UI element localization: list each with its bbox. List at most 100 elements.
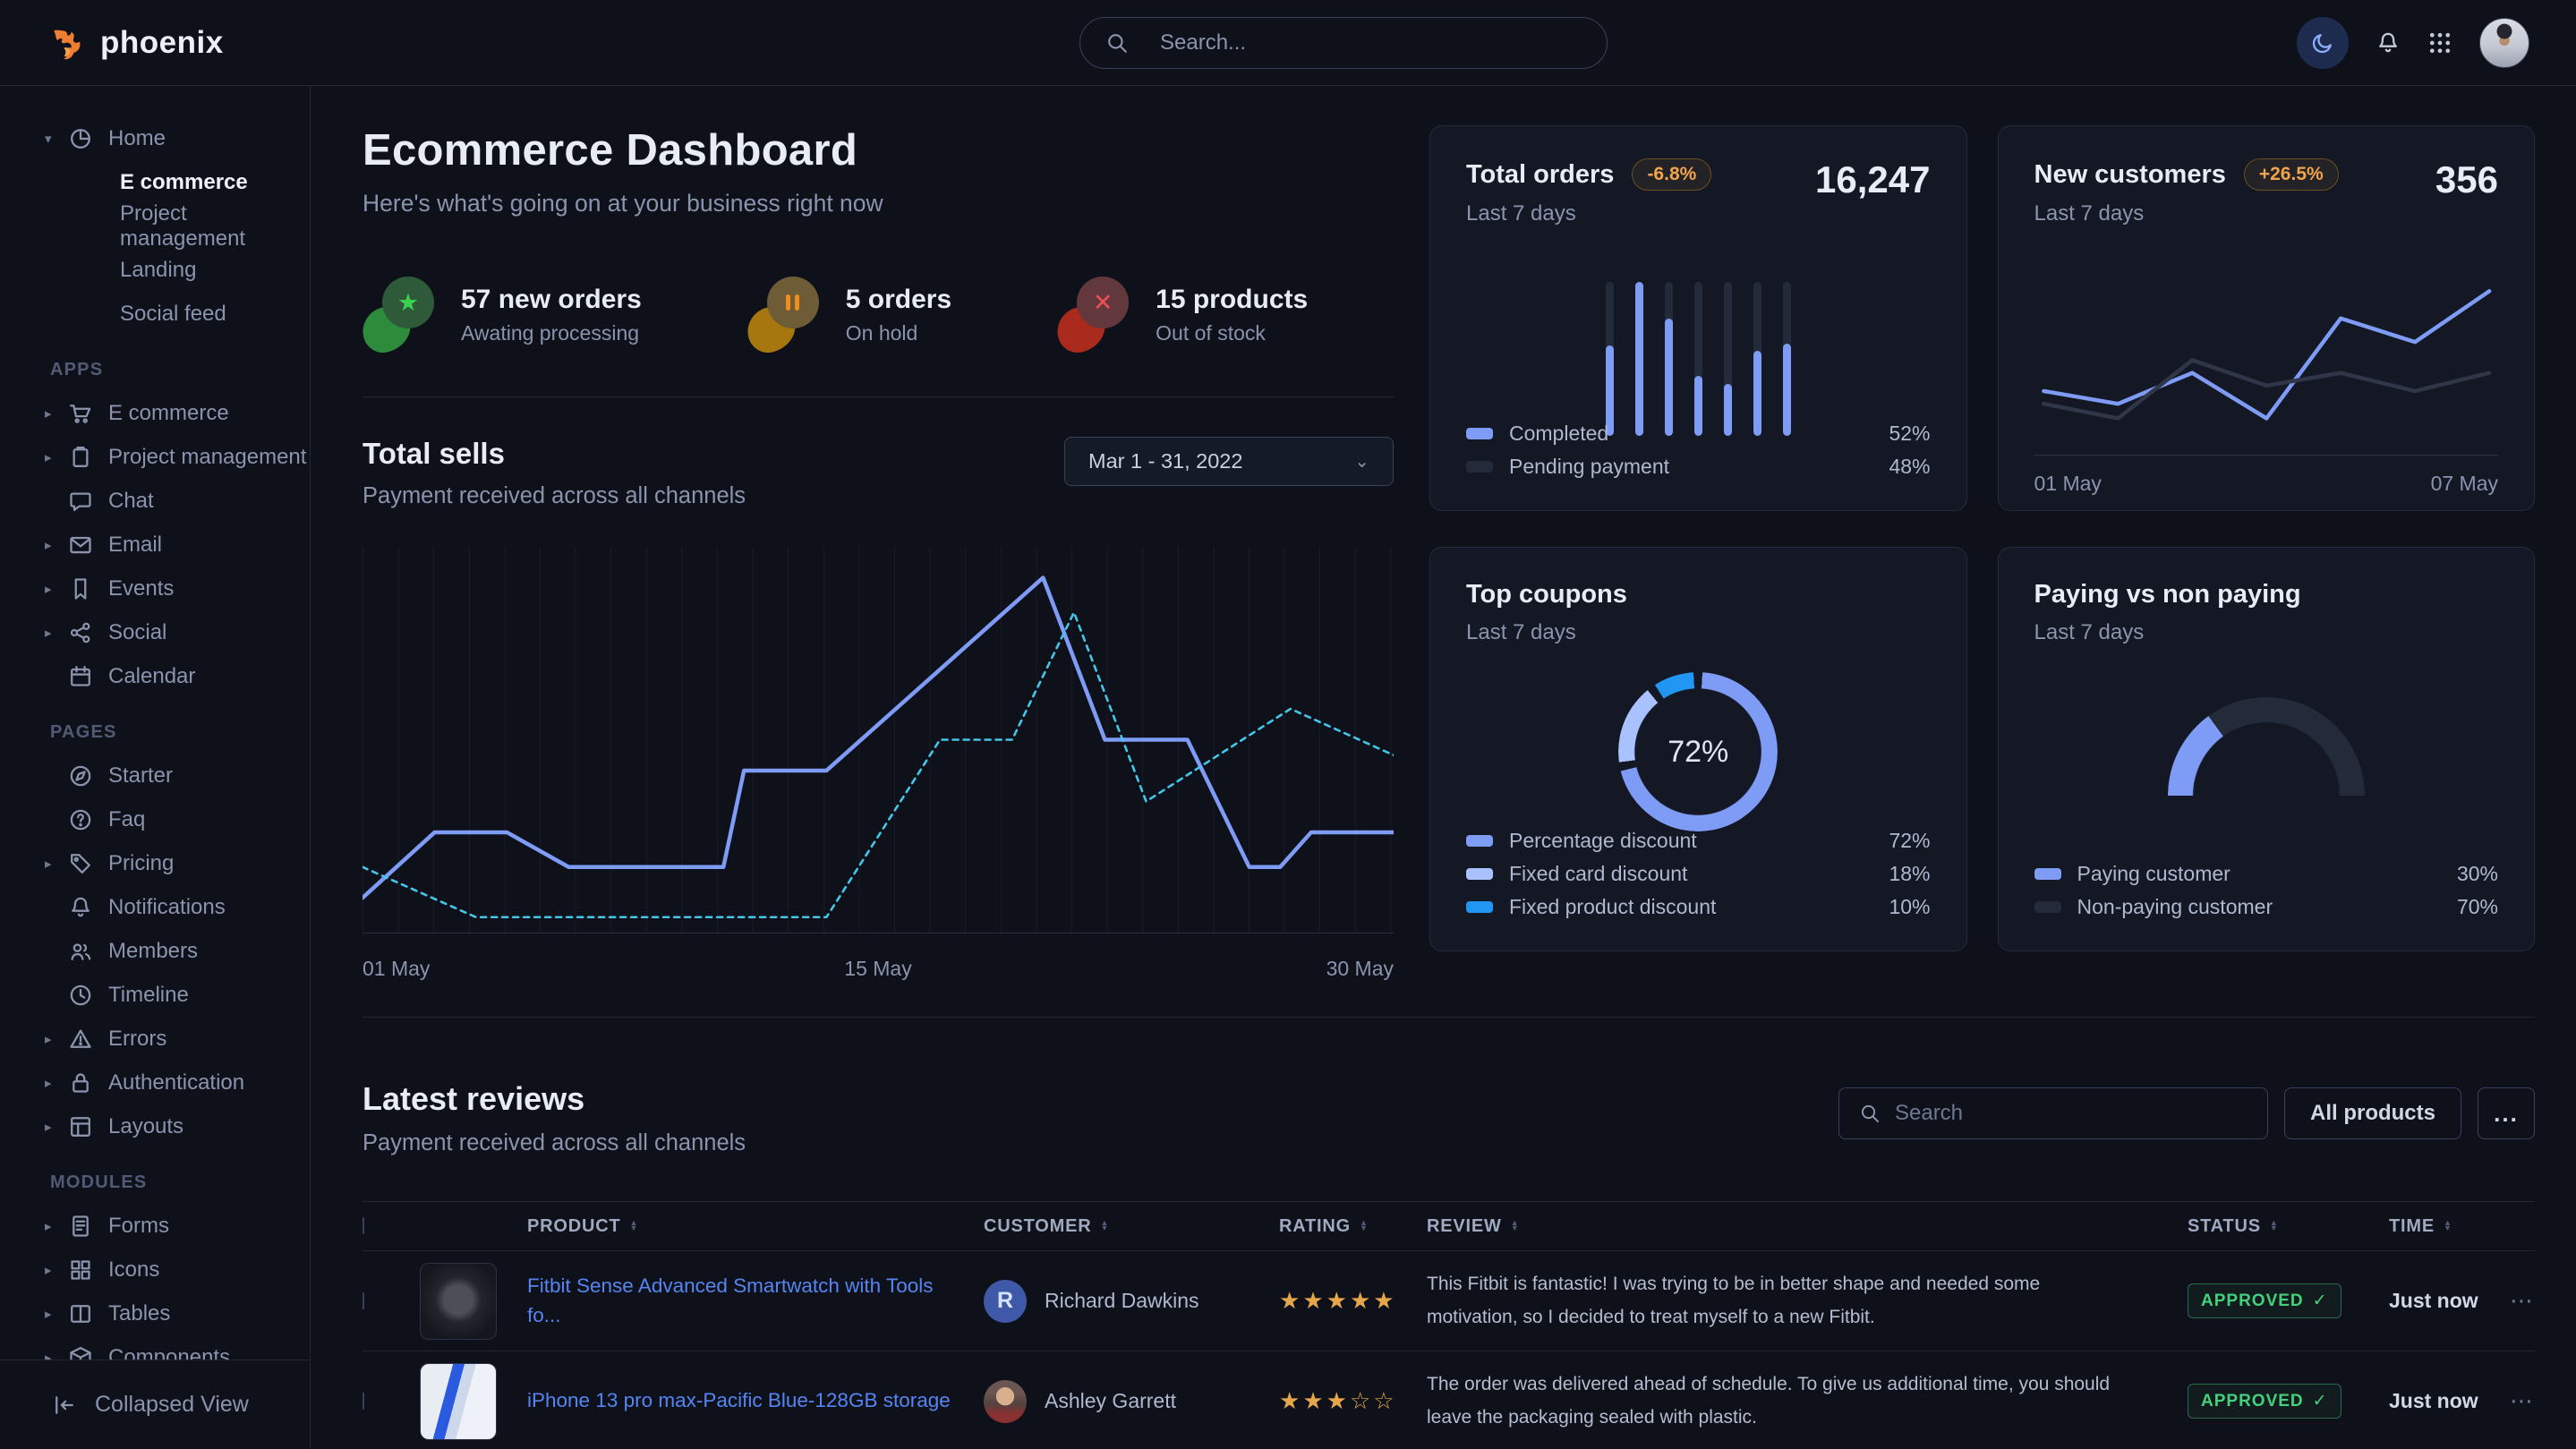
caret-icon: ▸ bbox=[45, 625, 68, 641]
status-badge: APPROVED ✓ bbox=[2188, 1283, 2341, 1318]
sidebar-item-label: Errors bbox=[108, 1027, 166, 1052]
column-header-time[interactable]: TIME▲▼ bbox=[2389, 1216, 2510, 1237]
reviews-search[interactable] bbox=[1838, 1087, 2268, 1139]
sidebar-item-events[interactable]: ▸ Events bbox=[0, 567, 310, 610]
chat-icon bbox=[68, 489, 93, 514]
sidebar-item-email[interactable]: ▸ Email bbox=[0, 523, 310, 567]
brand-logo[interactable]: phoenix bbox=[47, 23, 224, 63]
x-axis-label: 01 May bbox=[2034, 472, 2102, 496]
sidebar-item-home[interactable]: ▾ Home bbox=[0, 116, 310, 160]
customer-name: Richard Dawkins bbox=[1045, 1289, 1199, 1313]
sidebar-item-social[interactable]: ▸ Social bbox=[0, 610, 310, 654]
x-axis-label: 15 May bbox=[844, 957, 911, 981]
sidebar-item-chat[interactable]: Chat bbox=[0, 479, 310, 523]
sidebar-item-starter[interactable]: Starter bbox=[0, 754, 310, 797]
legend-value: 10% bbox=[1889, 895, 1930, 919]
stat-awating-processing: ★ 57 new orders Awating processing bbox=[363, 277, 642, 354]
sidebar-item-label: Members bbox=[108, 939, 198, 964]
all-products-button[interactable]: All products bbox=[2284, 1087, 2461, 1139]
global-search-input[interactable] bbox=[1160, 30, 1582, 55]
sidebar-item-timeline[interactable]: Timeline bbox=[0, 973, 310, 1017]
row-checkbox[interactable] bbox=[363, 1292, 364, 1309]
sidebar-item-faq[interactable]: Faq bbox=[0, 797, 310, 841]
change-badge: -6.8% bbox=[1632, 158, 1711, 191]
column-header-product[interactable]: PRODUCT▲▼ bbox=[527, 1216, 984, 1237]
sidebar-item-label: Home bbox=[108, 126, 166, 151]
total-sells-chart bbox=[363, 547, 1394, 933]
gauge-dial bbox=[2168, 697, 2365, 796]
sidebar-item-components[interactable]: ▸ Components bbox=[0, 1335, 310, 1360]
sidebar-subitem-e-commerce[interactable]: E commerce bbox=[0, 160, 310, 204]
star-icon: ★ bbox=[397, 291, 419, 315]
app-launcher-button[interactable] bbox=[2427, 30, 2452, 56]
product-thumbnail-iphone[interactable] bbox=[420, 1363, 497, 1440]
page-title: Ecommerce Dashboard bbox=[363, 125, 1394, 175]
sidebar-subitem-project-management[interactable]: Project management bbox=[0, 204, 310, 248]
select-all-checkbox[interactable] bbox=[363, 1217, 364, 1234]
reviews-more-button[interactable]: ... bbox=[2478, 1087, 2535, 1139]
x-axis-label: 01 May bbox=[363, 957, 430, 981]
sidebar-item-calendar[interactable]: Calendar bbox=[0, 654, 310, 698]
row-more-button[interactable]: ⋯ bbox=[2510, 1387, 2535, 1415]
reviews-title: Latest reviews bbox=[363, 1080, 746, 1118]
product-link[interactable]: Fitbit Sense Advanced Smartwatch with To… bbox=[527, 1274, 934, 1326]
sidebar-item-notifications[interactable]: Notifications bbox=[0, 885, 310, 929]
sidebar-item-layouts[interactable]: ▸ Layouts bbox=[0, 1104, 310, 1148]
caret-icon: ▸ bbox=[45, 1306, 68, 1322]
column-header-review[interactable]: REVIEW▲▼ bbox=[1427, 1216, 2188, 1237]
stat-value: 15 products bbox=[1156, 285, 1308, 315]
caret-icon: ▸ bbox=[45, 449, 68, 465]
sidebar-item-icons[interactable]: ▸ Icons bbox=[0, 1248, 310, 1291]
global-search[interactable] bbox=[1079, 17, 1608, 69]
legend-label: Fixed card discount bbox=[1509, 862, 1687, 886]
sidebar-item-members[interactable]: Members bbox=[0, 929, 310, 973]
card-period: Last 7 days bbox=[1466, 620, 1931, 645]
sidebar-item-label: Tables bbox=[108, 1301, 170, 1326]
date-range-picker[interactable]: Mar 1 - 31, 2022 ⌄ bbox=[1064, 437, 1394, 486]
date-range-value: Mar 1 - 31, 2022 bbox=[1088, 449, 1242, 473]
card-period: Last 7 days bbox=[1466, 201, 1711, 226]
sidebar-subitem-social-feed[interactable]: Social feed bbox=[0, 292, 310, 336]
column-header-status[interactable]: STATUS▲▼ bbox=[2188, 1216, 2389, 1237]
sidebar-item-tables[interactable]: ▸ Tables bbox=[0, 1291, 310, 1335]
total-sells-title: Total sells bbox=[363, 437, 746, 471]
profile-avatar[interactable] bbox=[2479, 18, 2529, 68]
calendar-icon bbox=[68, 664, 93, 689]
sidebar-item-errors[interactable]: ▸ Errors bbox=[0, 1017, 310, 1061]
reviews-search-input[interactable] bbox=[1895, 1101, 2248, 1126]
product-thumbnail-watch[interactable] bbox=[420, 1263, 497, 1340]
sidebar-item-pricing[interactable]: ▸ Pricing bbox=[0, 841, 310, 885]
clipboard-icon bbox=[68, 445, 93, 470]
pie-icon bbox=[68, 126, 93, 151]
sidebar-item-label: Authentication bbox=[108, 1070, 244, 1095]
sidebar-item-project-management[interactable]: ▸ Project management bbox=[0, 435, 310, 479]
theme-toggle-button[interactable] bbox=[2297, 17, 2349, 69]
bell-icon bbox=[68, 895, 93, 920]
legend-label: Completed bbox=[1509, 422, 1608, 446]
product-link[interactable]: iPhone 13 pro max-Pacific Blue-128GB sto… bbox=[527, 1389, 983, 1411]
sort-icon: ▲▼ bbox=[2444, 1221, 2452, 1231]
sidebar-item-label: Timeline bbox=[108, 983, 189, 1008]
collapse-sidebar-button[interactable]: Collapsed View bbox=[0, 1360, 310, 1449]
paying-legend: Paying customer 30% Non-paying customer … bbox=[2034, 857, 2499, 924]
top-navbar: phoenix bbox=[0, 0, 2576, 86]
sidebar-item-forms[interactable]: ▸ Forms bbox=[0, 1204, 310, 1248]
row-checkbox[interactable] bbox=[363, 1393, 364, 1410]
grid-icon bbox=[68, 1257, 93, 1283]
sidebar-item-e-commerce[interactable]: ▸ E commerce bbox=[0, 391, 310, 435]
sidebar-subitem-landing[interactable]: Landing bbox=[0, 248, 310, 292]
review-row: Fitbit Sense Advanced Smartwatch with To… bbox=[363, 1251, 2535, 1351]
stat-label: Awating processing bbox=[461, 321, 642, 345]
notifications-button[interactable] bbox=[2376, 28, 2401, 58]
column-label: CUSTOMER bbox=[984, 1216, 1091, 1237]
column-header-rating[interactable]: RATING▲▼ bbox=[1279, 1216, 1427, 1237]
column-label: RATING bbox=[1279, 1216, 1351, 1237]
total-orders-card: Total orders -6.8% Last 7 days 16,247 Co… bbox=[1429, 125, 1967, 511]
row-more-button[interactable]: ⋯ bbox=[2510, 1287, 2535, 1315]
sidebar-section-pages: PAGES bbox=[50, 722, 310, 743]
sidebar-item-authentication[interactable]: ▸ Authentication bbox=[0, 1061, 310, 1104]
new-customers-card: New customers +26.5% Last 7 days 356 01 … bbox=[1998, 125, 2536, 511]
column-header-customer[interactable]: CUSTOMER▲▼ bbox=[984, 1216, 1279, 1237]
caret-icon: ▸ bbox=[45, 1218, 68, 1234]
legend-label: Non-paying customer bbox=[2077, 895, 2273, 919]
